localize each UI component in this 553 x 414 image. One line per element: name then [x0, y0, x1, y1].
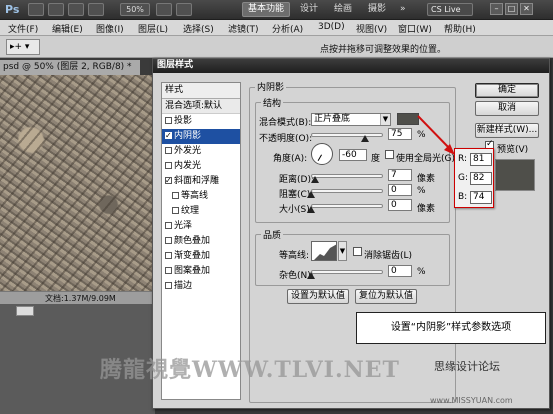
watermark: 腾龍視覺WWW.TLVI.NET: [100, 357, 400, 383]
color-g-label: G:: [458, 173, 469, 183]
color-values-popup: R: 81 G: 82 B: 74: [454, 148, 494, 208]
instruction-callout: 设置“内阴影”样式参数选项: [356, 312, 546, 344]
color-r-value: 81: [470, 153, 492, 166]
color-g-value: 82: [470, 172, 492, 185]
forum-watermark: 思缘设计论坛: [434, 360, 500, 373]
color-b-label: B:: [458, 192, 468, 202]
color-b-value: 74: [470, 191, 492, 204]
color-r-label: R:: [458, 154, 468, 164]
site-watermark: www.MISSYUAN.com: [430, 396, 513, 405]
